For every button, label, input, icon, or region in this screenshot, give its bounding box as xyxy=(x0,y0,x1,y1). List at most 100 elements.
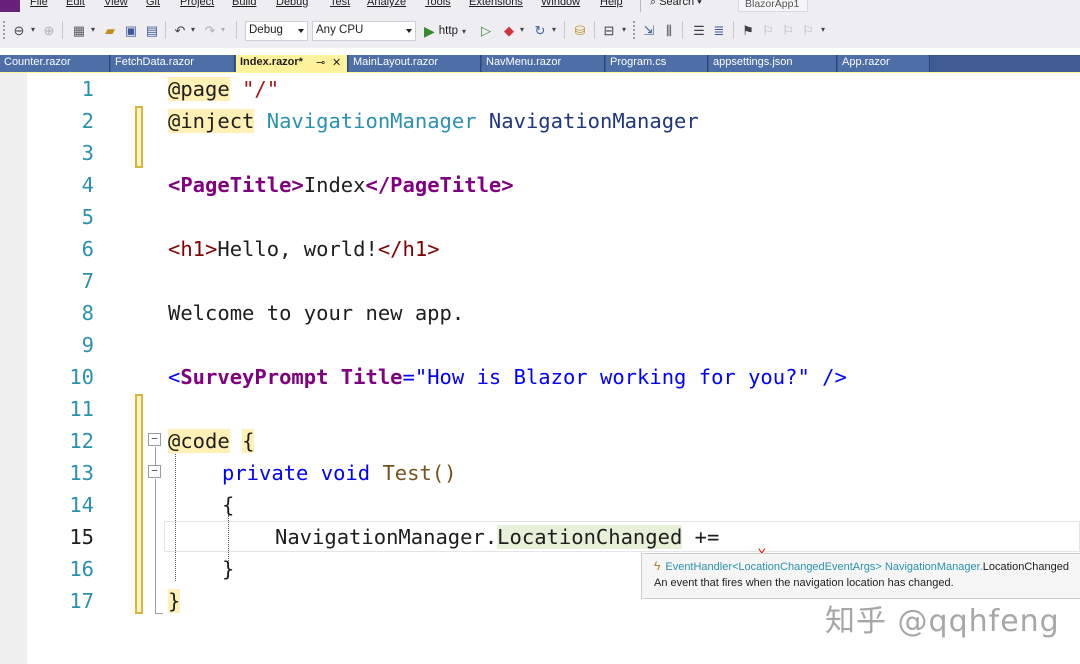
menu-git[interactable]: Git xyxy=(146,0,160,8)
tab-navmenu-razor[interactable]: NavMenu.razor xyxy=(482,55,605,72)
line-number: 14 xyxy=(69,493,94,517)
solution-platform-select[interactable]: Any CPU xyxy=(312,21,416,41)
code-line-12[interactable]: @code { xyxy=(168,425,255,457)
play-icon: ▶ xyxy=(424,22,435,39)
collapse-code-block-icon[interactable]: − xyxy=(148,433,161,446)
next-bookmark-icon[interactable]: ⚐ xyxy=(779,20,797,40)
attribute-value: "How is Blazor working for you?" xyxy=(414,365,810,389)
redo-icon[interactable]: ↷ xyxy=(201,20,219,40)
back-dropdown-arrow-icon[interactable]: ▾ xyxy=(29,20,37,40)
menu-tools[interactable]: Tools xyxy=(425,0,451,8)
method-name: Test() xyxy=(382,461,457,485)
line-number: 17 xyxy=(69,589,94,613)
open-file-icon[interactable]: ▰ xyxy=(101,20,119,40)
signature-type: EventHandler<LocationChangedEventArgs> xyxy=(665,561,882,573)
redo-arrow-icon[interactable]: ▾ xyxy=(219,20,227,40)
navigate-forward-icon[interactable]: ⊕ xyxy=(40,20,58,40)
code-line-10[interactable]: <SurveyPrompt Title="How is Blazor worki… xyxy=(168,361,847,393)
menu-help[interactable]: Help xyxy=(600,0,623,8)
solution-configuration-select[interactable]: Debug xyxy=(245,21,308,41)
start-debugging-button[interactable]: ▶ http ▾ xyxy=(424,21,466,41)
tab-label: NavMenu.razor xyxy=(486,56,562,68)
code-line-14[interactable]: { xyxy=(222,489,234,521)
menu-extensions[interactable]: Extensions xyxy=(469,0,523,8)
tab-mainlayout-razor[interactable]: MainLayout.razor xyxy=(349,55,481,72)
tab-program-cs[interactable]: Program.cs xyxy=(606,55,708,72)
overflow-arrow-icon[interactable]: ▾ xyxy=(619,20,629,40)
save-icon[interactable]: ▣ xyxy=(122,20,140,40)
toolbar-grip[interactable] xyxy=(3,21,6,39)
menu-edit[interactable]: Edit xyxy=(66,0,85,8)
navigate-back-icon[interactable]: ⊖ xyxy=(10,20,28,40)
show-threads-icon[interactable]: ⫼ xyxy=(660,20,678,40)
attribute-equals: = xyxy=(402,365,415,389)
tab-counter-razor[interactable]: Counter.razor xyxy=(0,55,110,72)
code-line-4[interactable]: <PageTitle>Index</PageTitle> xyxy=(168,169,514,201)
visual-studio-logo-icon[interactable] xyxy=(0,0,20,12)
tab-app-razor[interactable]: App.razor xyxy=(838,55,930,72)
close-brace: } xyxy=(168,589,181,613)
menu-window[interactable]: Window xyxy=(541,0,580,8)
tab-label: Index.razor* xyxy=(240,56,303,68)
tab-label: FetchData.razor xyxy=(115,56,194,68)
menu-analyze[interactable]: Analyze xyxy=(367,0,406,8)
code-line-1[interactable]: @page "/" xyxy=(168,73,279,105)
tab-label: Counter.razor xyxy=(4,56,71,68)
menu-file[interactable]: File xyxy=(30,0,48,8)
attribute-name: Title xyxy=(340,365,403,389)
step-into-icon[interactable]: ⇲ xyxy=(640,20,658,40)
browser-link-icon[interactable]: ⛁ xyxy=(571,20,589,40)
code-editor[interactable]: 1 2 3 4 5 6 7 8 9 10 11 12 13 14 15 16 1… xyxy=(0,73,1080,664)
tab-index-razor[interactable]: Index.razor* ⊸ ✕ xyxy=(236,55,348,72)
toolbar-grip[interactable] xyxy=(633,21,636,39)
document-tab-strip: Counter.razor FetchData.razor Index.razo… xyxy=(0,48,1080,72)
menu-test[interactable]: Test xyxy=(330,0,350,8)
previous-bookmark-icon[interactable]: ⚐ xyxy=(759,20,777,40)
window-layout-icon[interactable]: ⊟ xyxy=(600,20,618,40)
save-all-icon[interactable]: ▤ xyxy=(143,20,161,40)
pin-tab-icon[interactable]: ⊸ xyxy=(316,56,325,69)
bookmark-icon[interactable]: ⚑ xyxy=(739,20,757,40)
tag-content: Index xyxy=(303,173,366,197)
toolbar-separator xyxy=(564,21,565,39)
tab-label: MainLayout.razor xyxy=(353,56,438,68)
string-literal: "/" xyxy=(242,77,280,101)
menu-build[interactable]: Build xyxy=(232,0,256,8)
undo-arrow-icon[interactable]: ▾ xyxy=(189,20,197,40)
comment-lines-icon[interactable]: ☰ xyxy=(690,20,708,40)
quick-info-tooltip: ϟ EventHandler<LocationChangedEventArgs> … xyxy=(641,553,1080,599)
code-line-8[interactable]: Welcome to your new app. xyxy=(168,297,464,329)
close-tab-icon[interactable]: ✕ xyxy=(332,56,341,69)
indicator-margin[interactable] xyxy=(0,73,27,664)
restart-icon[interactable]: ↻ xyxy=(531,20,549,40)
toolbar-separator xyxy=(682,21,683,39)
tag-content: Hello, world! xyxy=(217,237,378,261)
html-tag-open: <h1> xyxy=(168,237,218,261)
new-project-icon[interactable]: ▦ xyxy=(70,20,88,40)
code-line-6[interactable]: <h1>Hello, world!</h1> xyxy=(168,233,440,265)
collapse-method-icon[interactable]: − xyxy=(148,465,161,478)
new-project-arrow-icon[interactable]: ▾ xyxy=(89,20,97,40)
tab-appsettings-json[interactable]: appsettings.json xyxy=(709,55,837,72)
hot-reload-arrow-icon[interactable]: ▾ xyxy=(518,20,526,40)
code-line-2[interactable]: @inject NavigationManager NavigationMana… xyxy=(168,105,699,137)
menu-view[interactable]: View xyxy=(104,0,128,8)
menu-project[interactable]: Project xyxy=(180,0,214,8)
toolbar-overflow-icon[interactable]: ▾ xyxy=(818,20,828,40)
uncomment-lines-icon[interactable]: ≣ xyxy=(710,20,728,40)
clear-bookmarks-icon[interactable]: ⚐ xyxy=(799,20,817,40)
code-line-15[interactable]: NavigationManager.LocationChanged += xyxy=(275,521,719,553)
search-button[interactable]: ⌕ Search ▾ xyxy=(650,0,702,9)
line-number: 13 xyxy=(69,461,94,485)
menu-debug[interactable]: Debug xyxy=(276,0,308,8)
tab-fetchdata-razor[interactable]: FetchData.razor xyxy=(111,55,235,72)
type-name: NavigationManager xyxy=(266,109,477,133)
code-line-13[interactable]: private void Test() xyxy=(222,457,457,489)
code-line-17[interactable]: } xyxy=(168,585,181,617)
restart-arrow-icon[interactable]: ▾ xyxy=(550,20,558,40)
start-without-debugging-icon[interactable]: ▷ xyxy=(478,20,494,40)
code-line-16[interactable]: } xyxy=(222,553,234,585)
undo-icon[interactable]: ↶ xyxy=(171,20,189,40)
line-number: 12 xyxy=(69,429,94,453)
hot-reload-icon[interactable]: ◆ xyxy=(500,20,518,40)
